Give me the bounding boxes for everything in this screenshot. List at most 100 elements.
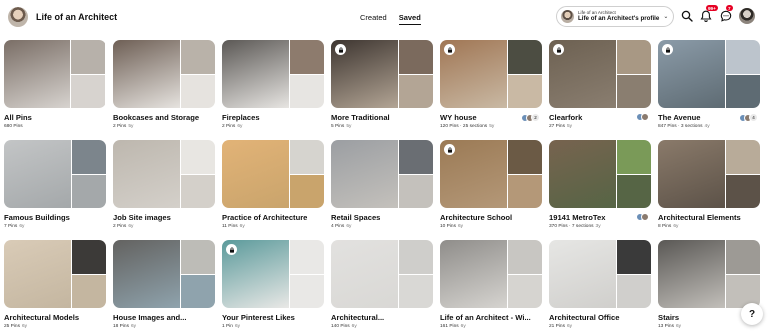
board-cover-side-image xyxy=(726,174,760,208)
board-cover-side-image xyxy=(71,40,105,74)
board-card[interactable]: Practice of Architecture 11 Pins 6y xyxy=(222,140,324,229)
board-cover[interactable] xyxy=(222,240,324,308)
account-switcher[interactable]: Life of an Architect Life of an Architec… xyxy=(556,6,674,27)
profile-tabs: Created Saved xyxy=(360,13,421,25)
board-cover[interactable] xyxy=(4,140,106,208)
board-title[interactable]: Retail Spaces xyxy=(331,213,433,222)
board-title[interactable]: Practice of Architecture xyxy=(222,213,324,222)
board-cover-main-image xyxy=(549,240,616,308)
board-age: 6y xyxy=(237,124,243,129)
board-cover-main-image xyxy=(4,140,71,208)
board-pin-count: 2 Pins xyxy=(113,124,127,129)
board-meta: 25 Pins 6y xyxy=(4,324,106,329)
board-title[interactable]: House Images and... xyxy=(113,313,215,322)
board-card[interactable]: House Images and... 18 Pins 6y xyxy=(113,240,215,329)
search-icon[interactable] xyxy=(680,9,694,23)
board-title[interactable]: Architectural Elements xyxy=(658,213,760,222)
board-cover[interactable] xyxy=(658,140,760,208)
board-title[interactable]: Bookcases and Storage xyxy=(113,113,215,122)
board-pin-count: 21 Pins xyxy=(549,324,565,329)
board-title[interactable]: Architectural Models xyxy=(4,313,106,322)
board-cover-main-image xyxy=(440,240,507,308)
board-cover-side-image xyxy=(508,74,542,108)
board-card[interactable]: 19141 MetroTex 370 Pins · 7 sections 3y xyxy=(549,140,651,229)
board-cover-side-image xyxy=(508,274,542,308)
board-cover[interactable] xyxy=(658,40,760,108)
board-card[interactable]: Your Pinterest Likes 1 Pin 6y xyxy=(222,240,324,329)
board-cover[interactable] xyxy=(222,140,324,208)
board-cover[interactable] xyxy=(113,40,215,108)
profile-name[interactable]: Life of an Architect xyxy=(36,12,117,22)
board-cover[interactable] xyxy=(4,40,106,108)
board-card[interactable]: WY house 120 Pins · 25 sections 5y 2 xyxy=(440,40,542,129)
board-cover[interactable] xyxy=(4,240,106,308)
board-cover[interactable] xyxy=(440,40,542,108)
board-card[interactable]: Retail Spaces 4 Pins 6y xyxy=(331,140,433,229)
board-cover[interactable] xyxy=(549,40,651,108)
board-cover[interactable] xyxy=(113,240,215,308)
board-cover-main-image xyxy=(331,240,398,308)
messages-icon[interactable]: 7 xyxy=(719,5,733,23)
board-meta: 680 Pins xyxy=(4,124,106,129)
board-card[interactable]: Clearfork 27 Pins 5y xyxy=(549,40,651,129)
notifications-icon[interactable]: 99+ xyxy=(699,5,718,23)
board-cover-main-image xyxy=(222,140,289,208)
board-cover[interactable] xyxy=(549,240,651,308)
tab-created[interactable]: Created xyxy=(360,13,387,22)
board-pin-count: 18 Pins xyxy=(113,324,129,329)
board-card[interactable]: Bookcases and Storage 2 Pins 5y xyxy=(113,40,215,129)
board-pin-count: 10 Pins xyxy=(440,224,456,229)
board-card[interactable]: Fireplaces 2 Pins 6y xyxy=(222,40,324,129)
board-title[interactable]: Architectural... xyxy=(331,313,433,322)
board-title[interactable]: Architectural Office xyxy=(549,313,651,322)
board-cover[interactable] xyxy=(331,240,433,308)
board-card[interactable]: More Traditional 5 Pins 5y xyxy=(331,40,433,129)
board-cover-side-image xyxy=(726,40,760,74)
profile-avatar[interactable] xyxy=(8,7,28,27)
board-card[interactable]: Architecture School 10 Pins 6y xyxy=(440,140,542,229)
board-card[interactable]: Job Site images 2 Pins 6y xyxy=(113,140,215,229)
tab-saved[interactable]: Saved xyxy=(398,13,421,25)
board-cover-side-image xyxy=(508,240,542,274)
board-card[interactable]: Architectural Models 25 Pins 6y xyxy=(4,240,106,329)
board-cover-main-image xyxy=(222,40,289,108)
board-cover[interactable] xyxy=(222,40,324,108)
board-meta: 5 Pins 5y xyxy=(331,124,433,129)
user-avatar[interactable] xyxy=(739,8,755,24)
board-cover[interactable] xyxy=(331,40,433,108)
board-cover[interactable] xyxy=(440,140,542,208)
board-collaborators: 2 xyxy=(521,113,540,122)
board-card[interactable]: Architectural Elements 8 Pins 6y xyxy=(658,140,760,229)
board-title[interactable]: All Pins xyxy=(4,113,106,122)
board-card[interactable]: Famous Buildings 7 Pins 6y xyxy=(4,140,106,229)
top-header: Life of an Architect Created Saved Life … xyxy=(0,0,768,36)
board-meta: 140 Pins 6y xyxy=(331,324,433,329)
board-pin-count: 11 Pins xyxy=(222,224,238,229)
board-card[interactable]: Architectural Office 21 Pins 6y xyxy=(549,240,651,329)
board-title[interactable]: Architecture School xyxy=(440,213,542,222)
board-age: 6y xyxy=(234,324,241,329)
board-title[interactable]: Life of an Architect - Wi... xyxy=(440,313,542,322)
board-card[interactable]: Architectural... 140 Pins 6y xyxy=(331,240,433,329)
board-title[interactable]: Fireplaces xyxy=(222,113,324,122)
board-card[interactable]: All Pins 680 Pins xyxy=(4,40,106,129)
board-cover-side-image xyxy=(181,274,215,308)
board-title[interactable]: Famous Buildings xyxy=(4,213,106,222)
board-title[interactable]: Your Pinterest Likes xyxy=(222,313,324,322)
help-button[interactable]: ? xyxy=(741,303,763,325)
board-pin-count: 161 Pins xyxy=(440,324,459,329)
board-meta: 370 Pins · 7 sections 3y xyxy=(549,224,651,229)
board-cover[interactable] xyxy=(658,240,760,308)
board-cover-main-image xyxy=(331,140,398,208)
board-card[interactable]: The Avenue 847 Pins · 3 sections 4y 4 xyxy=(658,40,760,129)
board-title[interactable]: More Traditional xyxy=(331,113,433,122)
board-cover[interactable] xyxy=(113,140,215,208)
board-card[interactable]: Life of an Architect - Wi... 161 Pins 6y xyxy=(440,240,542,329)
board-title[interactable]: Job Site images xyxy=(113,213,215,222)
board-cover[interactable] xyxy=(331,140,433,208)
board-meta: 7 Pins 6y xyxy=(4,224,106,229)
board-cover[interactable] xyxy=(549,140,651,208)
lock-icon xyxy=(553,44,564,55)
board-cover[interactable] xyxy=(440,240,542,308)
board-pin-count: 140 Pins xyxy=(331,324,350,329)
